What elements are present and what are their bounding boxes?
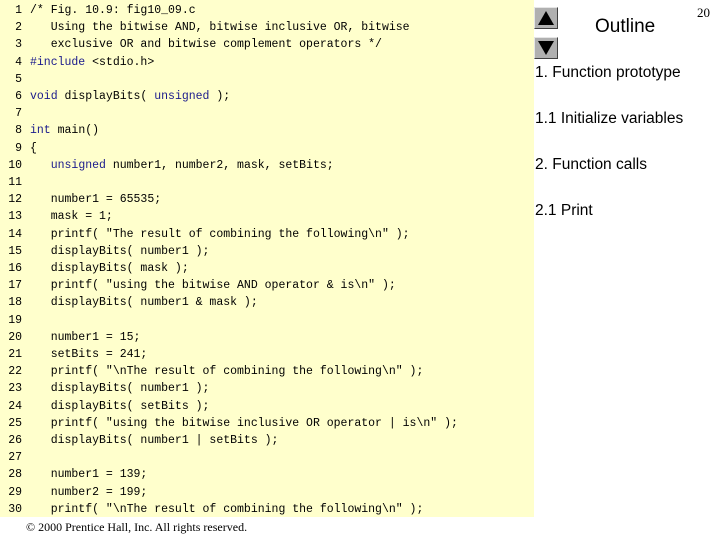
line-number: 17	[8, 279, 22, 293]
code-text: Using the bitwise AND, bitwise inclusive…	[30, 21, 410, 35]
line-number: 1	[15, 4, 22, 17]
outline-item-print: 2.1 Print	[535, 202, 593, 219]
line-number: 19	[8, 313, 22, 327]
outline-title: Outline	[595, 16, 656, 37]
code-text: number1 = 139;	[30, 468, 148, 482]
line-number: 2	[15, 21, 22, 35]
line-number: 18	[8, 296, 22, 310]
code-text: number2 = 199;	[30, 485, 148, 499]
outline-item-function-prototype: 1. Function prototype	[535, 64, 681, 81]
line-number: 28	[8, 468, 22, 482]
code-text: exclusive OR and bitwise complement oper…	[30, 38, 382, 52]
code-text: displayBits( mask );	[30, 262, 189, 275]
code-text: number1 = 15;	[30, 330, 141, 344]
code-text: setBits = 241;	[30, 348, 148, 361]
code-text: displayBits( number1 | setBits );	[30, 434, 279, 447]
line-number: 3	[15, 38, 22, 52]
line-number: 11	[8, 176, 22, 189]
line-number: 16	[8, 262, 22, 275]
code-text: #include <stdio.h>	[30, 55, 155, 69]
line-number: 8	[15, 124, 22, 138]
outline-item-function-calls: 2. Function calls	[535, 156, 647, 173]
code-text: mask = 1;	[30, 210, 113, 224]
page-number: 20	[697, 5, 710, 20]
line-number: 30	[8, 502, 22, 516]
line-number: 14	[8, 227, 22, 241]
previous-slide-button[interactable]	[534, 7, 558, 29]
line-number: 26	[8, 434, 22, 447]
code-panel: 1 /* Fig. 10.9: fig10_09.c 2 Using the bit…	[0, 0, 534, 517]
line-number: 4	[15, 55, 22, 69]
line-number: 15	[8, 244, 22, 258]
line-number: 22	[8, 365, 22, 379]
code-text: number1 = 65535;	[30, 193, 162, 207]
line-number: 21	[8, 348, 22, 361]
line-number: 6	[15, 90, 22, 103]
copyright-footer: © 2000 Prentice Hall, Inc. All rights re…	[26, 520, 248, 534]
line-number: 7	[15, 107, 22, 121]
code-text: int main()	[30, 124, 100, 138]
triangle-up-icon	[538, 11, 554, 25]
line-number: 24	[8, 399, 22, 413]
line-number: 20	[8, 330, 22, 344]
code-text: {	[30, 141, 37, 155]
line-number: 29	[8, 485, 22, 499]
line-number: 27	[8, 451, 22, 465]
triangle-down-icon	[538, 41, 554, 55]
code-text: displayBits( number1 );	[30, 382, 210, 396]
code-text: displayBits( setBits );	[30, 399, 210, 413]
line-number: 23	[8, 382, 22, 396]
line-number: 25	[8, 416, 22, 430]
outline-item-initialize-variables: 1.1 Initialize variables	[535, 110, 684, 127]
line-number: 12	[8, 193, 22, 207]
code-text: printf( "using the bitwise inclusive OR …	[30, 416, 458, 430]
code-text: printf( "using the bitwise AND operator …	[30, 279, 396, 293]
code-text: /* Fig. 10.9: fig10_09.c	[30, 4, 196, 17]
line-number: 10	[8, 158, 22, 172]
next-slide-button[interactable]	[534, 37, 558, 59]
code-text: displayBits( number1 );	[30, 244, 210, 258]
code-text: printf( "\nThe result of combining the f…	[30, 365, 424, 379]
code-text: printf( "The result of combining the fol…	[30, 227, 410, 241]
line-number: 13	[8, 210, 22, 224]
line-number: 9	[15, 141, 22, 155]
code-text: displayBits( number1 & mask );	[30, 296, 258, 310]
code-text: void displayBits( unsigned );	[30, 90, 231, 103]
line-number: 5	[15, 72, 22, 86]
code-text: unsigned number1, number2, mask, setBits…	[50, 158, 334, 172]
code-text: printf( "\nThe result of combining the f…	[30, 502, 424, 516]
